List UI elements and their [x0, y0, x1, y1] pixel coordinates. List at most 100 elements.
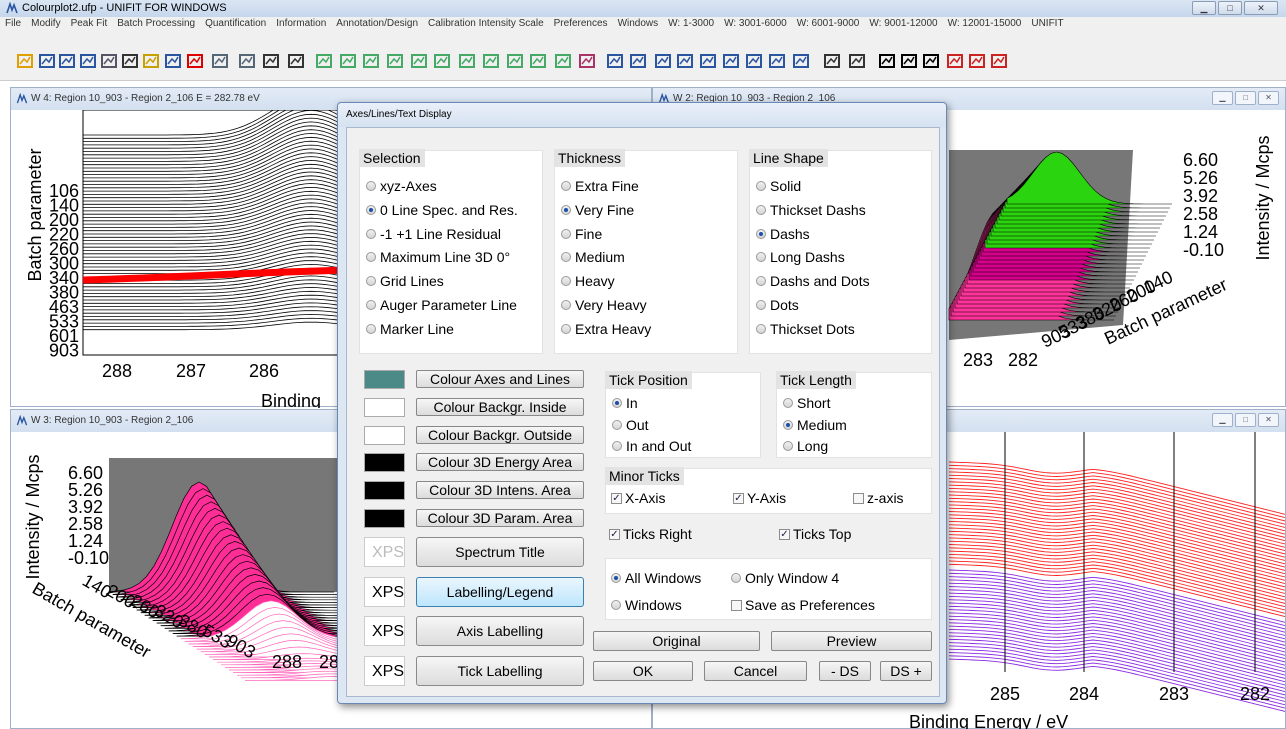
- lineshape-radio[interactable]: Long Dashs: [756, 249, 845, 265]
- menu-item[interactable]: Annotation/Design: [336, 18, 418, 29]
- thickness-radio[interactable]: Extra Heavy: [561, 321, 651, 337]
- ds-minus-button[interactable]: - DS: [819, 661, 871, 681]
- toolbar-tool-icon[interactable]: [578, 53, 596, 69]
- minor-x-check-box[interactable]: ✓: [611, 492, 622, 504]
- selection-radio[interactable]: Maximum Line 3D 0°: [366, 249, 510, 265]
- tick-position-radio[interactable]: Out: [612, 417, 649, 433]
- selection-radio-dot[interactable]: [366, 300, 376, 310]
- colour-swatch[interactable]: [364, 397, 405, 417]
- lineshape-radio-dot[interactable]: [756, 300, 766, 310]
- thickness-radio-dot[interactable]: [561, 323, 571, 334]
- text-style-button[interactable]: Axis Labelling: [416, 616, 584, 646]
- thickness-radio-dot[interactable]: [561, 181, 571, 191]
- toolbar-tool-icon[interactable]: [676, 53, 694, 69]
- tick-length-radio-dot[interactable]: [783, 398, 793, 408]
- selection-radio[interactable]: -1 +1 Line Residual: [366, 226, 501, 242]
- text-style-button[interactable]: Labelling/Legend: [416, 576, 584, 607]
- toolbar-tool-icon[interactable]: [164, 53, 182, 69]
- selection-radio-dot[interactable]: [366, 204, 376, 215]
- toolbar-tool-icon[interactable]: [186, 53, 204, 69]
- text-style-button[interactable]: Spectrum Title: [416, 537, 584, 567]
- original-button[interactable]: Original: [593, 631, 760, 651]
- colour-swatch[interactable]: [364, 481, 405, 501]
- toolbar-tool-icon[interactable]: [362, 53, 380, 69]
- close-button[interactable]: ✕: [1244, 1, 1278, 15]
- colour-swatch[interactable]: [364, 425, 405, 445]
- w1-close-button[interactable]: ✕: [1258, 413, 1279, 427]
- text-style-button[interactable]: Tick Labelling: [416, 655, 584, 686]
- windows-radio-dot[interactable]: [611, 600, 621, 610]
- colour-button[interactable]: Colour Backgr. Outside: [416, 425, 584, 444]
- menu-item[interactable]: Modify: [31, 18, 60, 29]
- selection-radio-dot[interactable]: [366, 252, 376, 263]
- toolbar-tool-icon[interactable]: [121, 53, 139, 69]
- minor-z-check-box[interactable]: [853, 492, 864, 504]
- toolbar-tool-icon[interactable]: [458, 53, 476, 69]
- toolbar-tool-icon[interactable]: [922, 53, 940, 69]
- thickness-radio[interactable]: Heavy: [561, 273, 615, 289]
- toolbar-tool-icon[interactable]: [79, 53, 97, 69]
- toolbar-tool-icon[interactable]: [606, 53, 624, 69]
- w2-minimize-button[interactable]: ▁: [1212, 91, 1233, 105]
- toolbar-tool-icon[interactable]: [654, 53, 672, 69]
- ticks-top-checkbox[interactable]: ✓ Ticks Top: [779, 526, 851, 542]
- selection-radio[interactable]: Auger Parameter Line: [366, 297, 517, 313]
- colour-button[interactable]: Colour Axes and Lines: [416, 370, 584, 388]
- preview-button[interactable]: Preview: [771, 631, 932, 651]
- lineshape-radio[interactable]: Dots: [756, 297, 799, 313]
- toolbar-tool-icon[interactable]: [16, 53, 34, 69]
- selection-radio-dot[interactable]: [366, 323, 376, 334]
- tick-length-radio[interactable]: Medium: [783, 417, 847, 433]
- toolbar-tool-icon[interactable]: [823, 53, 841, 69]
- ds-plus-button[interactable]: DS +: [880, 661, 932, 681]
- all-windows-radio-dot[interactable]: [611, 573, 621, 583]
- thickness-radio-dot[interactable]: [561, 276, 571, 287]
- colour-swatch[interactable]: [364, 509, 405, 528]
- thickness-radio[interactable]: Fine: [561, 226, 602, 242]
- selection-radio-dot[interactable]: [366, 181, 376, 191]
- toolbar-tool-icon[interactable]: [433, 53, 451, 69]
- toolbar-tool-icon[interactable]: [142, 53, 160, 69]
- all-windows-radio[interactable]: All Windows: [611, 570, 701, 586]
- toolbar-tool-icon[interactable]: [699, 53, 717, 69]
- w2-close-button[interactable]: ✕: [1258, 91, 1279, 105]
- only-window-radio-dot[interactable]: [731, 573, 741, 583]
- lineshape-radio-dot[interactable]: [756, 276, 766, 287]
- only-window-radio[interactable]: Only Window 4: [731, 570, 839, 586]
- w1-maximize-button[interactable]: □: [1235, 413, 1256, 427]
- selection-radio[interactable]: 0 Line Spec. and Res.: [366, 202, 518, 218]
- save-preferences-check-box[interactable]: [731, 599, 742, 611]
- menu-item[interactable]: W: 9001-12000: [869, 18, 937, 29]
- toolbar-tool-icon[interactable]: [529, 53, 547, 69]
- lineshape-radio[interactable]: Dashs: [756, 226, 810, 242]
- menu-item[interactable]: Calibration Intensity Scale: [428, 18, 544, 29]
- tick-position-radio-dot[interactable]: [612, 398, 622, 408]
- selection-radio[interactable]: xyz-Axes: [366, 178, 437, 194]
- menu-item[interactable]: Quantification: [205, 18, 266, 29]
- thickness-radio-dot[interactable]: [561, 228, 571, 239]
- selection-radio[interactable]: Marker Line: [366, 321, 454, 337]
- tick-length-radio[interactable]: Short: [783, 395, 830, 411]
- ticks-top-check-box[interactable]: ✓: [779, 528, 790, 540]
- toolbar-tool-icon[interactable]: [968, 53, 986, 69]
- minor-y-checkbox[interactable]: ✓ Y-Axis: [733, 490, 786, 506]
- toolbar-tool-icon[interactable]: [792, 53, 810, 69]
- toolbar-tool-icon[interactable]: [38, 53, 56, 69]
- save-preferences-checkbox[interactable]: Save as Preferences: [731, 597, 875, 613]
- thickness-radio[interactable]: Very Fine: [561, 202, 634, 218]
- tick-position-radio-dot[interactable]: [612, 419, 622, 430]
- toolbar-tool-icon[interactable]: [339, 53, 357, 69]
- w1-minimize-button[interactable]: ▁: [1212, 413, 1233, 427]
- menu-item[interactable]: W: 3001-6000: [724, 18, 787, 29]
- lineshape-radio[interactable]: Solid: [756, 178, 801, 194]
- menu-item[interactable]: Information: [276, 18, 326, 29]
- toolbar-tool-icon[interactable]: [211, 53, 229, 69]
- lineshape-radio[interactable]: Thickset Dots: [756, 321, 855, 337]
- selection-radio-dot[interactable]: [366, 276, 376, 287]
- lineshape-radio-dot[interactable]: [756, 252, 766, 263]
- tick-length-radio-dot[interactable]: [783, 441, 793, 451]
- menu-item[interactable]: Preferences: [554, 18, 608, 29]
- minor-z-checkbox[interactable]: z-axis: [853, 490, 904, 506]
- tick-position-radio-dot[interactable]: [612, 441, 622, 451]
- menu-item[interactable]: Peak Fit: [71, 18, 108, 29]
